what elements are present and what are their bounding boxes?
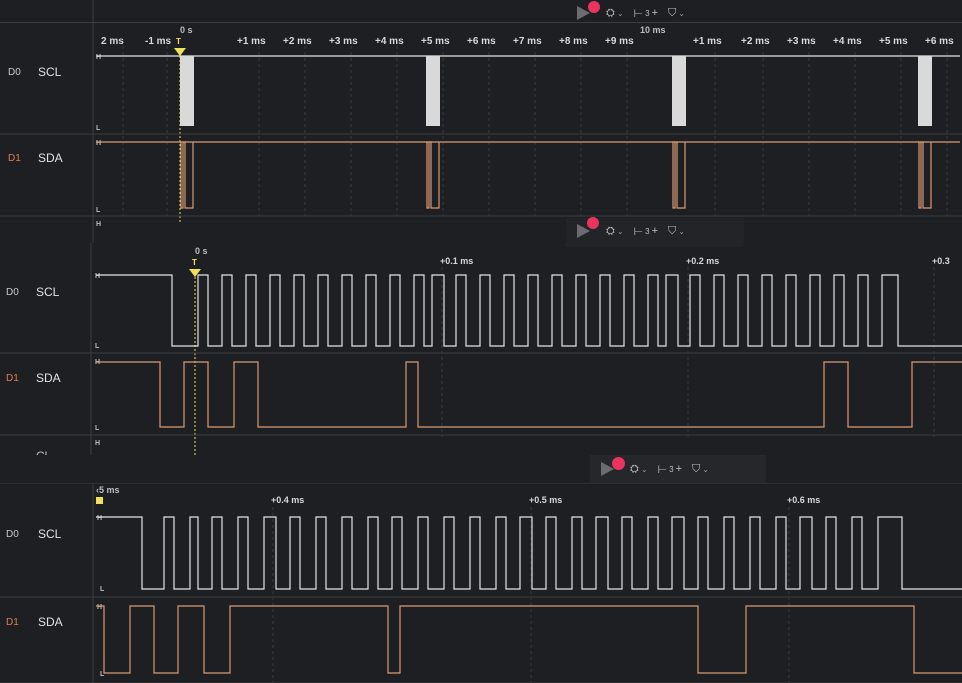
time-tick-label: +2 ms [741, 36, 770, 47]
measure-count: 3 [669, 464, 674, 474]
time-tick-label: +7 ms [513, 36, 542, 47]
trigger-marker-icon [189, 269, 201, 277]
time-tick-label: +3 ms [787, 36, 816, 47]
trigger-mode-icon: ⛭ [606, 224, 615, 237]
time-origin-label: ‹5 ms [96, 485, 120, 495]
measure-count: 3 [645, 226, 650, 236]
time-tick-label: +8 ms [559, 36, 588, 47]
time-tick-label: 2 ms [101, 36, 124, 47]
measure-icon: ⊢ [657, 463, 668, 476]
trigger-label: T [192, 258, 197, 267]
time-tick-label: +0.3 [932, 256, 950, 266]
capture-panel-2: D0 SCL D1 SDA Cl +0.1 ms+0.2 ms+0.30 sTH… [0, 243, 962, 455]
scl-burst-block [672, 56, 686, 126]
plus-icon: + [651, 225, 658, 237]
time-tick-label: +1 ms [693, 36, 722, 47]
capture-panel-3: D0 SCL D1 SDA +0.4 ms +0.5 ms +0.6 ms ‹5 ms… [0, 483, 962, 683]
capture-toolbar-3: ⛭ ⌄ ⊢ 3 + ⛉ ⌄ [590, 455, 766, 483]
time-tick-label: +0.1 ms [440, 256, 473, 266]
time-tick-label: +6 ms [925, 36, 954, 47]
measure-icon: ⊢ [633, 225, 644, 238]
waveform-view-2[interactable]: +0.1 ms +0.2 ms +0.30 sTHLHLH [0, 243, 962, 455]
time-tick-label: +0.6 ms [787, 495, 820, 505]
sda-trace [96, 605, 962, 674]
level-marker: H [96, 221, 101, 228]
trigger-offscreen-marker [96, 497, 103, 504]
waveform-view-3[interactable]: +0.4 ms +0.5 ms +0.6 ms‹5 msHLHL [0, 483, 962, 683]
record-indicator [612, 457, 625, 470]
time-tick-label: +2 ms [283, 36, 312, 47]
add-measurement-button[interactable]: ⊢ 3 + [658, 463, 682, 476]
time-tick-label: +0.4 ms [271, 495, 304, 505]
sda-burst [180, 141, 194, 209]
marker-dropdown[interactable]: ⛉ ⌄ [668, 225, 685, 238]
run-button[interactable] [574, 217, 599, 241]
sda-burst [426, 141, 440, 209]
capture-panel-1: ⛭ ⌄ ⊢ 3 + ⛉ ⌄ D0 SCL D1 SDA 2 ms -1 ms +1 ms +2… [0, 0, 962, 243]
run-button[interactable] [598, 457, 625, 479]
scl-trace [96, 274, 962, 347]
marker-dropdown[interactable]: ⛉ ⌄ [692, 463, 709, 476]
time-origin-label: 0 s [180, 25, 193, 35]
trigger-mode-dropdown[interactable]: ⛭ ⌄ [606, 225, 624, 238]
scl-trace [96, 516, 962, 590]
level-marker: H [97, 604, 102, 611]
time-tick-label: +5 ms [421, 36, 450, 47]
time-tick-label: +3 ms [329, 36, 358, 47]
trigger-mode-dropdown[interactable]: ⛭ ⌄ [630, 463, 648, 476]
level-marker: H [96, 54, 101, 61]
chevron-down-icon: ⌄ [616, 226, 624, 236]
trigger-mode-icon: ⛭ [630, 462, 639, 475]
time-tick-label: +6 ms [467, 36, 496, 47]
chevron-down-icon: ⌄ [640, 464, 648, 474]
time-tick-label: +1 ms [237, 36, 266, 47]
time-mid-label: 10 ms [640, 25, 666, 35]
scl-burst-block [180, 56, 194, 126]
time-tick-label: +0.2 ms [686, 256, 719, 266]
level-marker: L [95, 425, 100, 432]
level-marker: H [95, 440, 100, 447]
sda-burst [672, 141, 686, 209]
time-tick-label: +0.5 ms [529, 495, 562, 505]
trigger-label: T [176, 37, 181, 46]
plus-icon: + [675, 463, 682, 475]
scl-burst-block [918, 56, 932, 126]
level-marker: H [97, 515, 102, 522]
level-marker: H [95, 273, 100, 280]
level-marker: L [96, 207, 101, 214]
level-marker: H [96, 140, 101, 147]
sda-trace [96, 361, 962, 428]
time-tick-label: +4 ms [833, 36, 862, 47]
chevron-down-icon: ⌄ [702, 464, 709, 474]
marker-icon: ⛉ [668, 224, 677, 237]
add-measurement-button[interactable]: ⊢ 3 + [634, 225, 658, 238]
time-tick-label: -1 ms [145, 36, 172, 47]
level-marker: L [96, 125, 101, 132]
time-tick-label: +5 ms [879, 36, 908, 47]
record-indicator [587, 217, 599, 229]
scl-burst-block [426, 56, 440, 126]
marker-icon: ⛉ [692, 462, 701, 475]
level-marker: L [100, 586, 105, 593]
waveform-view-1[interactable]: 2 ms -1 ms +1 ms +2 ms +3 ms +4 ms +5 ms +6 ms +… [0, 0, 962, 243]
level-marker: L [95, 343, 100, 350]
capture-toolbar-2: ⛭ ⌄ ⊢ 3 + ⛉ ⌄ [566, 217, 744, 244]
sda-burst [918, 141, 932, 209]
time-tick-label: +9 ms [605, 36, 634, 47]
chevron-down-icon: ⌄ [678, 226, 685, 236]
trigger-marker-icon [174, 48, 186, 56]
time-origin-label: 0 s [195, 246, 208, 256]
time-tick-label: +4 ms [375, 36, 404, 47]
